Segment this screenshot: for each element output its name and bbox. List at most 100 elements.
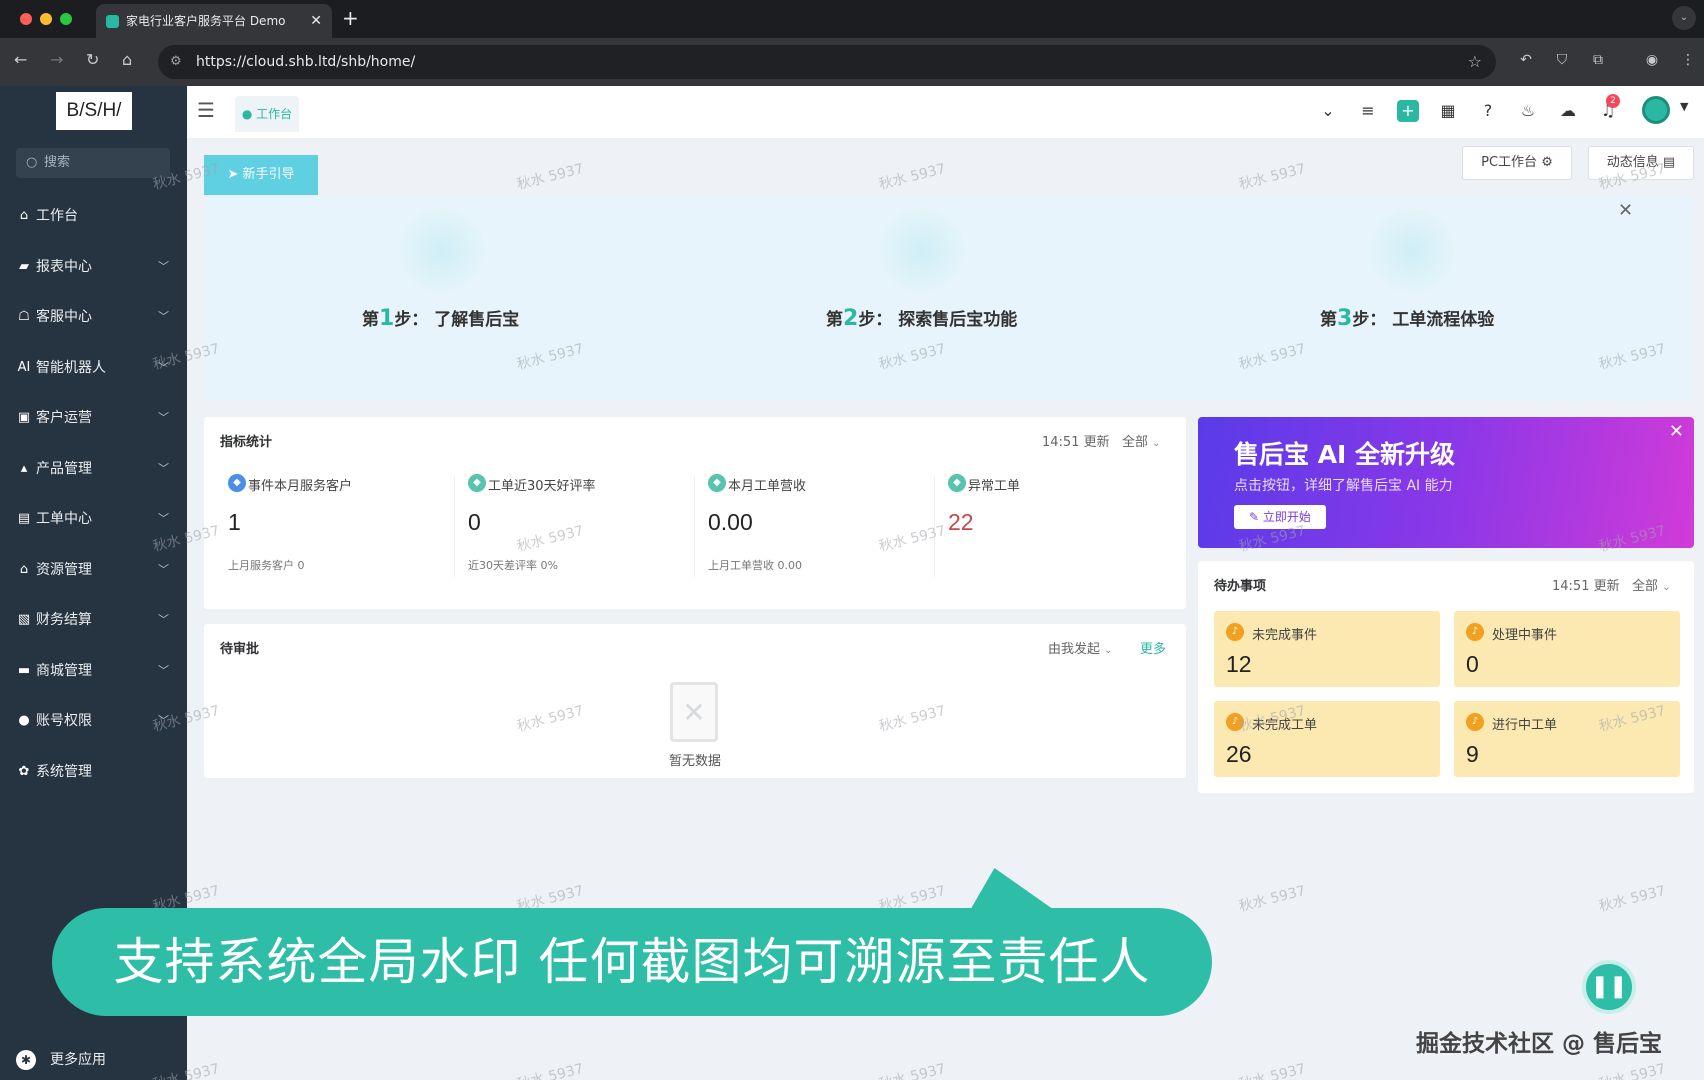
metric-item[interactable]: ◆ 本月工单营收 0.00 上月工单营收 0.00	[700, 474, 920, 585]
todo-label: 未完成事件	[1252, 628, 1318, 643]
shield-icon[interactable]: ⛉	[1552, 52, 1572, 72]
empty-document-icon: ✕	[670, 682, 718, 742]
brand-logo[interactable]: B/S/H/	[56, 92, 132, 130]
bookmark-star-icon[interactable]: ☆	[1468, 45, 1482, 79]
user-avatar[interactable]	[1642, 96, 1670, 124]
approval-filter-dropdown[interactable]: 由我发起 ⌄	[1048, 638, 1113, 657]
approval-title: 待审批	[220, 642, 260, 657]
metric-item[interactable]: ◆ 工单近30天好评率 0 近30天差评率 0%	[460, 474, 680, 585]
watermark-text: 秋水 5937	[1597, 1060, 1668, 1080]
url-text: https://cloud.shb.ltd/shb/home/	[196, 54, 416, 70]
browser-menu-icon[interactable]: ⋮	[1678, 52, 1698, 72]
sidebar-item-label: 资源管理	[36, 561, 92, 578]
add-icon[interactable]: +	[1397, 100, 1419, 122]
empty-state-text: 暂无数据	[668, 754, 721, 769]
sidebar-item-label: 客服中心	[36, 309, 92, 325]
bell-icon: ♪	[1466, 623, 1484, 641]
watermark-text: 秋水 5937	[1237, 1060, 1308, 1080]
apps-icon: ✱	[16, 1050, 36, 1070]
maximize-window-icon[interactable]	[60, 13, 72, 25]
todo-filter-dropdown[interactable]: 全部 ⌄	[1632, 575, 1671, 594]
home-icon: ⌂	[19, 208, 29, 223]
guide-step-1[interactable]: 第1步： 了解售后宝	[362, 305, 519, 331]
watermark-text: 秋水 5937	[1597, 882, 1668, 915]
address-bar[interactable]: ⚙ https://cloud.shb.ltd/shb/home/ ☆	[158, 45, 1496, 79]
tab-search-icon[interactable]: ⌄	[1672, 6, 1696, 30]
chevron-down-icon: ﹀	[158, 663, 169, 677]
sidebar-item-2[interactable]: ▰ 报表中心 ﹀	[0, 249, 187, 285]
close-banner-icon[interactable]: ✕	[1669, 421, 1684, 442]
todo-item[interactable]: ♪ 未完成事件 12	[1214, 611, 1440, 687]
sidebar-item-7[interactable]: ▤ 工单中心 ﹀	[0, 501, 187, 537]
list-icon[interactable]: ≡	[1357, 100, 1379, 122]
sidebar-search-placeholder: 搜索	[44, 155, 71, 170]
watermark-text: 秋水 5937	[515, 160, 586, 193]
profile-icon[interactable]: ◉	[1642, 52, 1662, 72]
newbie-guide-button[interactable]: ➤ 新手引导	[204, 155, 318, 195]
empty-state: ✕ 暂无数据	[650, 678, 740, 769]
more-apps-button[interactable]: ✱ 更多应用	[16, 1048, 106, 1072]
help-icon[interactable]: ?	[1477, 100, 1499, 122]
todo-item[interactable]: ♪ 未完成工单 26	[1214, 701, 1440, 777]
pc-workbench-button[interactable]: PC工作台 ⚙	[1462, 146, 1572, 180]
cloud-download-icon[interactable]: ☁	[1557, 100, 1579, 122]
watermark-text: 秋水 5937	[877, 1060, 948, 1080]
chevron-down-icon: ﹀	[158, 461, 169, 475]
extensions-icon[interactable]: ⧉	[1588, 52, 1608, 72]
sidebar-item-6[interactable]: ▴ 产品管理 ﹀	[0, 451, 187, 487]
dynamic-info-button[interactable]: 动态信息 ▤	[1588, 146, 1694, 180]
browser-tab[interactable]: 家电行业客户服务平台 Demo ✕	[96, 4, 332, 38]
chevron-down-icon: ﹀	[158, 259, 169, 273]
minimize-window-icon[interactable]	[40, 13, 52, 25]
close-guide-icon[interactable]: ✕	[1618, 200, 1633, 221]
shop-icon: ▬	[17, 662, 31, 678]
pause-icon[interactable]: ❚❚	[1582, 960, 1636, 1014]
reload-icon[interactable]: ↻	[86, 50, 99, 69]
todo-label: 进行中工单	[1492, 718, 1558, 733]
menu-toggle-icon[interactable]: ☰	[197, 98, 215, 122]
sidebar-item-9[interactable]: ▧ 财务结算 ﹀	[0, 602, 187, 638]
approval-card: 待审批 由我发起 ⌄ 更多 ✕ 暂无数据	[204, 624, 1186, 778]
metric-value: 1	[228, 509, 241, 535]
metric-label: 本月工单营收	[728, 479, 807, 494]
new-tab-icon[interactable]: +	[342, 6, 359, 30]
back-icon[interactable]: ←	[14, 50, 27, 69]
sidebar-item-8[interactable]: ⌂ 资源管理 ﹀	[0, 552, 187, 588]
guide-step-2[interactable]: 第2步： 探索售后宝功能	[826, 305, 1017, 331]
calendar-icon[interactable]: ▦	[1437, 100, 1459, 122]
sidebar-item-11[interactable]: ● 账号权限 ﹀	[0, 703, 187, 739]
headset-icon: ☖	[18, 309, 30, 324]
fire-icon[interactable]: ♨	[1517, 100, 1539, 122]
sidebar-search[interactable]: ○ 搜索	[16, 148, 170, 178]
sidebar-item-5[interactable]: ▣ 客户运营 ﹀	[0, 400, 187, 436]
tab-workbench[interactable]: ● 工作台	[235, 96, 299, 132]
share-icon[interactable]: ↶	[1516, 52, 1536, 72]
metric-item[interactable]: ◆ 异常工单 22	[940, 474, 1160, 585]
metric-sub: 上月工单营收 0.00	[708, 559, 802, 572]
ai-start-button[interactable]: ✎ 立即开始	[1234, 505, 1326, 529]
todo-item[interactable]: ♪ 处理中事件 0	[1454, 611, 1680, 687]
sidebar-item-10[interactable]: ▬ 商城管理 ﹀	[0, 653, 187, 689]
todo-item[interactable]: ♪ 进行中工单 9	[1454, 701, 1680, 777]
product-icon: ▴	[20, 460, 28, 476]
chevron-down-icon: ﹀	[158, 360, 169, 374]
sidebar-item-1[interactable]: ⌂ 工作台	[0, 198, 187, 234]
close-tab-icon[interactable]: ✕	[310, 4, 322, 38]
metrics-filter-dropdown[interactable]: 全部 ⌄	[1122, 431, 1161, 450]
sidebar-item-4[interactable]: AI 智能机器人 ﹀	[0, 350, 187, 386]
home-page-icon[interactable]: ⌂	[122, 50, 132, 69]
metric-item[interactable]: ◆ 事件本月服务客户 1 上月服务客户 0	[220, 474, 440, 585]
sidebar-item-3[interactable]: ☖ 客服中心 ﹀	[0, 299, 187, 335]
metric-icon: ◆	[468, 474, 486, 492]
todo-title: 待办事项	[1214, 579, 1267, 594]
sidebar-item-12[interactable]: ✿ 系统管理	[0, 754, 187, 790]
guide-step-3[interactable]: 第3步： 工单流程体验	[1320, 305, 1494, 331]
chevron-down-icon[interactable]: ⌄	[1317, 100, 1339, 122]
notification-badge: 2	[1606, 94, 1620, 108]
lock-icon: ●	[18, 713, 30, 728]
close-window-icon[interactable]	[20, 13, 32, 25]
approval-more-link[interactable]: 更多	[1140, 638, 1166, 657]
site-info-icon[interactable]: ⚙	[170, 45, 182, 79]
forward-icon[interactable]: →	[50, 50, 63, 69]
avatar-chevron-icon[interactable]: ▼	[1680, 100, 1688, 113]
